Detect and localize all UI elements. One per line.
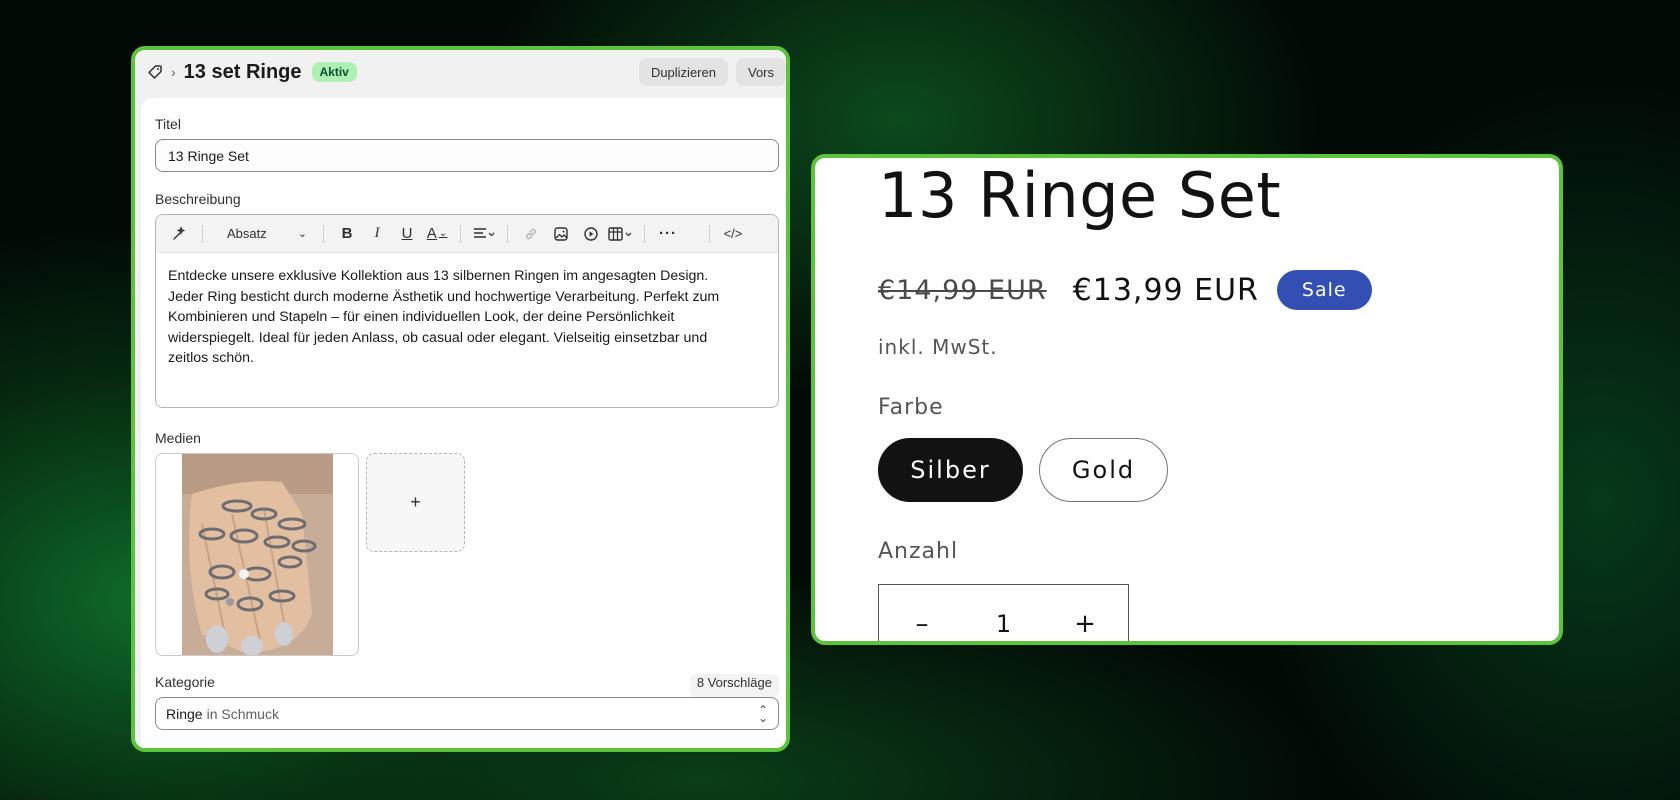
storefront-preview-panel: 13 Ringe Set €14,99 EUR €13,99 EUR Sale … (811, 154, 1563, 645)
video-icon[interactable] (578, 221, 604, 247)
paragraph-format-select[interactable]: Absatz ⌄ (213, 221, 313, 247)
bold-icon[interactable]: B (334, 221, 360, 247)
code-icon[interactable]: </> (720, 221, 746, 247)
color-option-gold[interactable]: Gold (1039, 438, 1168, 502)
toolbar-divider (507, 224, 508, 243)
select-chevron-icon: ⌃ ⌄ (757, 702, 768, 725)
title-label: Titel (155, 116, 181, 132)
tag-icon[interactable] (147, 64, 163, 80)
category-suggestions-button[interactable]: 8 Vorschläge (689, 674, 779, 697)
quantity-increase-button[interactable]: + (1072, 609, 1098, 639)
image-icon[interactable] (548, 221, 574, 247)
media-gallery: + (155, 453, 776, 656)
product-title: 13 Ringe Set (878, 159, 1282, 232)
breadcrumb-chevron-icon: › (171, 64, 176, 80)
title-input[interactable]: 13 Ringe Set (155, 139, 779, 172)
toolbar-divider (323, 224, 324, 243)
media-thumbnail[interactable] (155, 453, 359, 656)
price-row: €14,99 EUR €13,99 EUR Sale (878, 270, 1372, 310)
category-select[interactable]: Ringe in Schmuck ⌃ ⌄ (155, 697, 779, 730)
category-header: Kategorie 8 Vorschläge (155, 674, 779, 697)
toolbar-divider (644, 224, 645, 243)
quantity-value[interactable]: 1 (996, 610, 1011, 638)
sale-price: €13,99 EUR (1072, 272, 1259, 308)
regular-price: €14,99 EUR (878, 274, 1047, 306)
status-badge: Aktiv (311, 62, 357, 82)
add-media-button[interactable]: + (366, 453, 465, 552)
color-options: Silber Gold (878, 438, 1168, 502)
chevron-down-icon: ⌄ (297, 228, 307, 240)
description-line: Entdecke unsere exklusive Kollektion aus… (168, 268, 709, 284)
underline-icon[interactable]: U (394, 221, 420, 247)
description-line: Kombinieren und Stapeln – für einen indi… (168, 309, 675, 325)
page-title: 13 set Ringe (183, 60, 302, 83)
header-actions: Duplizieren Vors (638, 58, 786, 86)
tax-note: inkl. MwSt. (878, 335, 998, 359)
admin-header: › 13 set Ringe Aktiv Duplizieren Vors (135, 50, 786, 94)
description-text[interactable]: Entdecke unsere exklusive Kollektion aus… (156, 253, 778, 382)
preview-button[interactable]: Vors (735, 58, 786, 86)
text-color-icon[interactable]: A ⌄ (424, 221, 450, 247)
color-option-silber[interactable]: Silber (878, 438, 1023, 502)
description-label: Beschreibung (155, 191, 241, 207)
category-value: Ringe (166, 705, 203, 722)
quantity-label: Anzahl (878, 539, 959, 564)
link-icon[interactable] (518, 221, 544, 247)
more-icon[interactable]: ··· (655, 221, 681, 247)
sale-badge: Sale (1276, 270, 1372, 310)
align-icon[interactable] (471, 221, 497, 247)
quantity-decrease-button[interactable]: – (909, 609, 935, 639)
toolbar-divider (460, 224, 461, 243)
quantity-stepper: – 1 + (878, 584, 1129, 641)
italic-icon[interactable]: I (364, 221, 390, 247)
duplicate-button[interactable]: Duplizieren (638, 58, 728, 86)
paragraph-format-label: Absatz (227, 226, 267, 241)
editor-toolbar: Absatz ⌄ B I U A ⌄ ··· </> (156, 215, 778, 253)
toolbar-divider (709, 224, 710, 243)
description-line: zeitlos schön. (168, 350, 254, 366)
description-editor: Absatz ⌄ B I U A ⌄ ··· </> Entdecke unse… (155, 214, 779, 408)
table-icon[interactable] (608, 221, 634, 247)
product-photo-rings (181, 454, 333, 655)
product-card: Titel 13 Ringe Set Beschreibung Absatz ⌄… (141, 98, 786, 748)
product-admin-panel: › 13 set Ringe Aktiv Duplizieren Vors Ti… (131, 46, 790, 752)
magic-icon[interactable] (166, 221, 192, 247)
category-parent: in Schmuck (206, 705, 279, 722)
toolbar-divider (202, 224, 203, 243)
media-label: Medien (155, 430, 201, 446)
description-line: widerspiegelt. Ideal für jeden Anlass, o… (168, 329, 708, 346)
category-label: Kategorie (155, 674, 215, 690)
description-line: Jeder Ring besticht durch moderne Ästhet… (168, 288, 720, 305)
color-label: Farbe (878, 395, 944, 420)
